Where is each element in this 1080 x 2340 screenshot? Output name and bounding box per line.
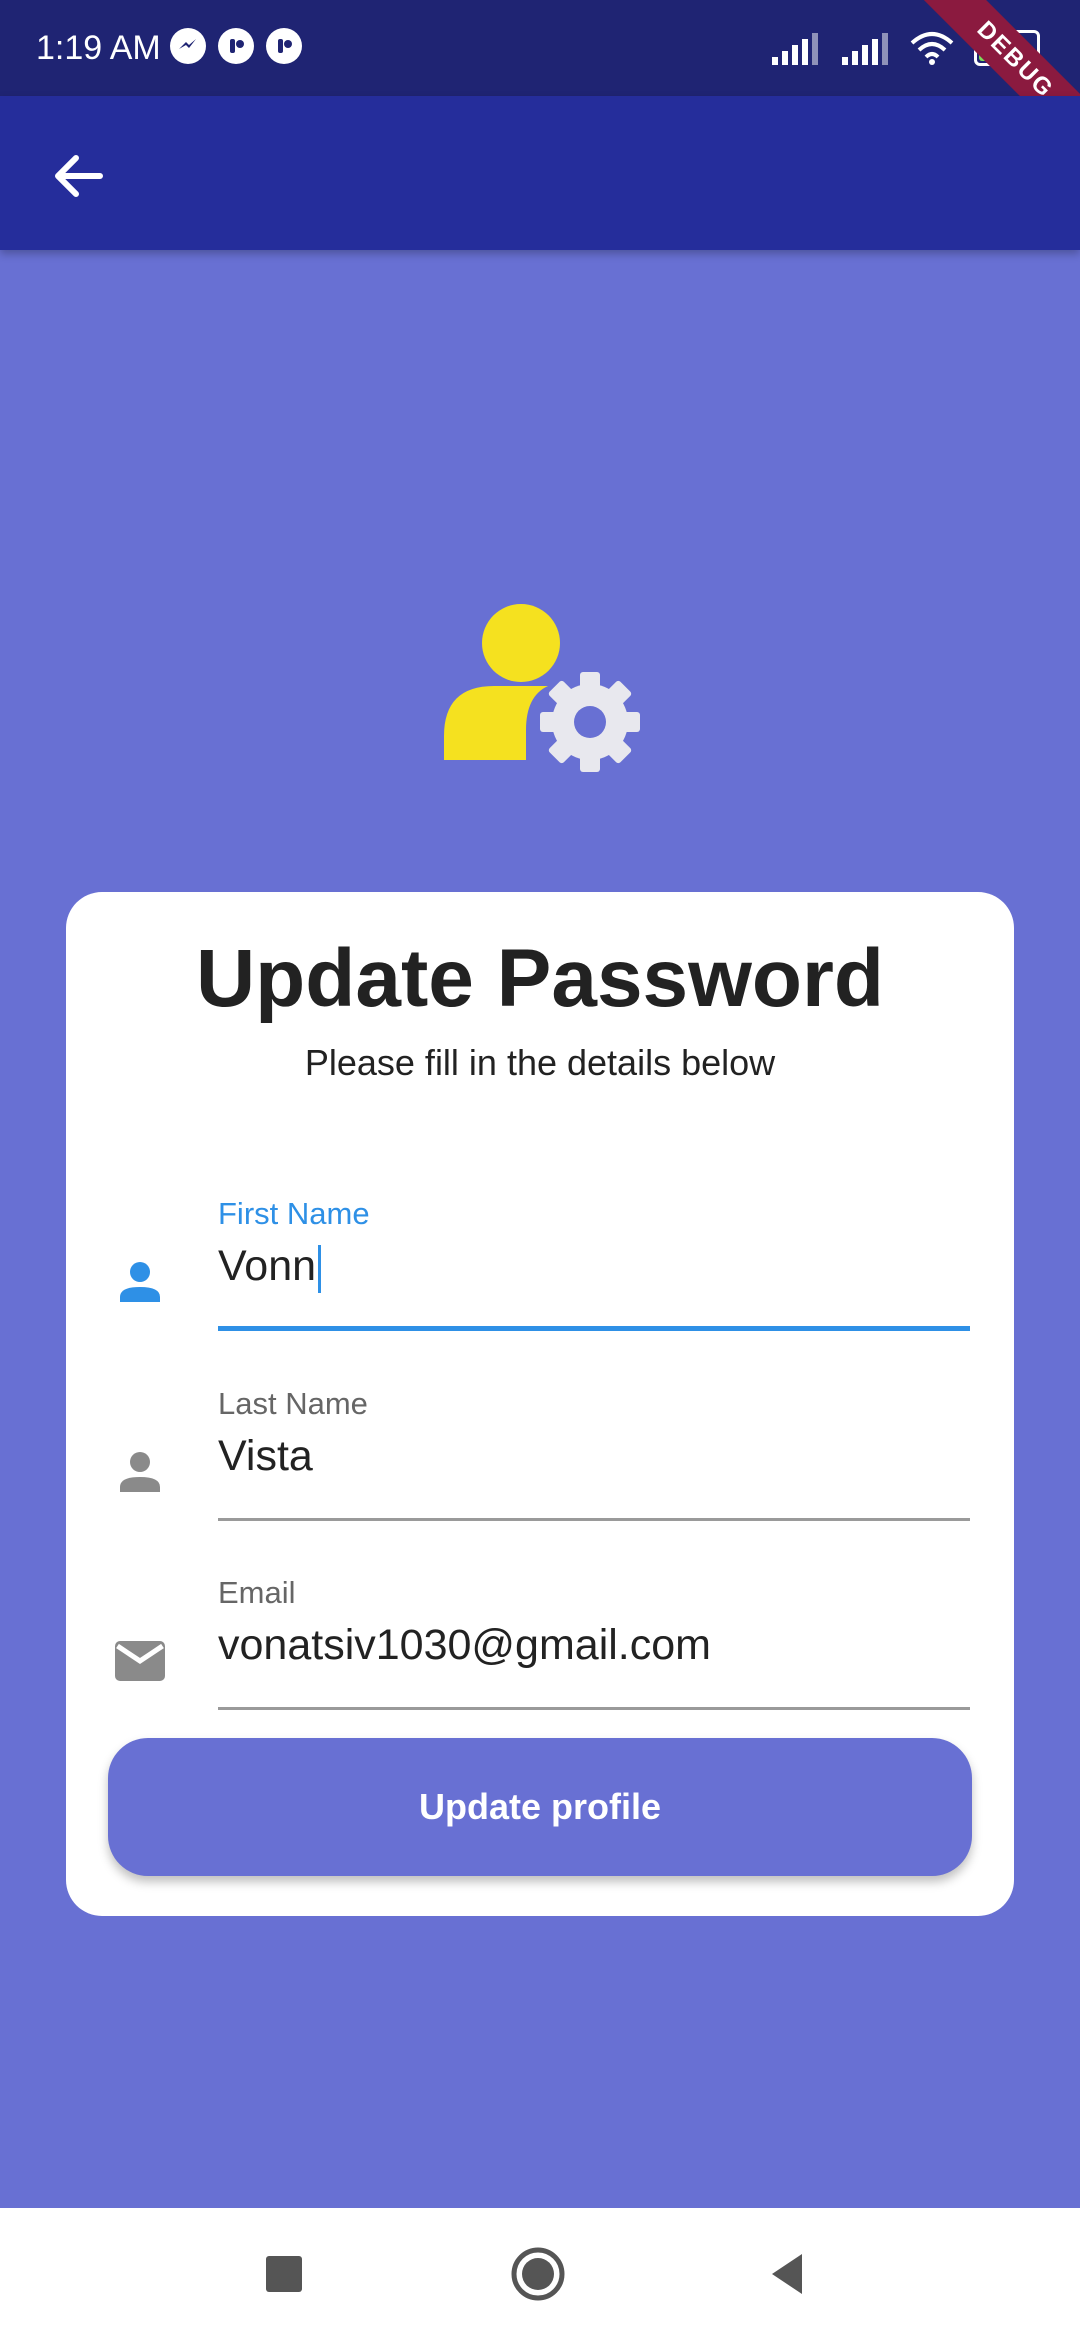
messenger-icon <box>170 28 206 64</box>
back-button[interactable] <box>42 140 114 212</box>
page-subtitle: Please fill in the details below <box>304 1042 776 1083</box>
app-notification-icon-2 <box>266 28 302 64</box>
signal-icon <box>772 33 818 65</box>
update-profile-button[interactable]: Update profile <box>108 1738 972 1876</box>
last-name-label: Last Name <box>218 1386 368 1421</box>
app-bar <box>0 96 1080 250</box>
text-cursor <box>318 1244 322 1293</box>
email-field[interactable]: Email vonatsiv1030@gmail.com <box>66 1571 1014 1721</box>
first-name-underline <box>218 1326 970 1331</box>
email-icon <box>115 1641 165 1681</box>
home-button[interactable] <box>508 2244 568 2304</box>
recent-apps-button[interactable] <box>254 2244 314 2304</box>
circle-icon <box>511 2247 565 2301</box>
back-nav-button[interactable] <box>758 2244 818 2304</box>
page-title: Update Password <box>195 933 885 1024</box>
status-bar: 1:19 AM 44 D <box>0 0 1080 161</box>
first-name-field[interactable]: First Name Vonn <box>66 1192 1014 1342</box>
last-name-field[interactable]: Last Name Vista <box>66 1382 1014 1532</box>
last-name-underline <box>218 1518 970 1521</box>
square-icon <box>266 2256 302 2292</box>
user-settings-icon <box>438 600 648 780</box>
email-label: Email <box>218 1575 296 1610</box>
last-name-input[interactable]: Vista <box>218 1432 313 1481</box>
signal-icon-2 <box>842 33 888 65</box>
email-input[interactable]: vonatsiv1030@gmail.com <box>218 1621 711 1670</box>
arrow-back-icon <box>55 155 103 197</box>
status-time: 1:19 AM <box>36 29 161 67</box>
wifi-icon <box>910 32 954 65</box>
notification-icons <box>170 28 302 64</box>
profile-card: Update Password Please fill in the detai… <box>66 892 1014 1916</box>
first-name-label: First Name <box>218 1196 370 1231</box>
person-icon <box>120 1452 160 1492</box>
system-nav-bar <box>0 2208 1080 2340</box>
triangle-back-icon <box>772 2254 802 2294</box>
app-notification-icon <box>218 28 254 64</box>
email-underline <box>218 1707 970 1710</box>
person-icon <box>120 1262 160 1302</box>
first-name-input[interactable]: Vonn <box>218 1242 322 1293</box>
